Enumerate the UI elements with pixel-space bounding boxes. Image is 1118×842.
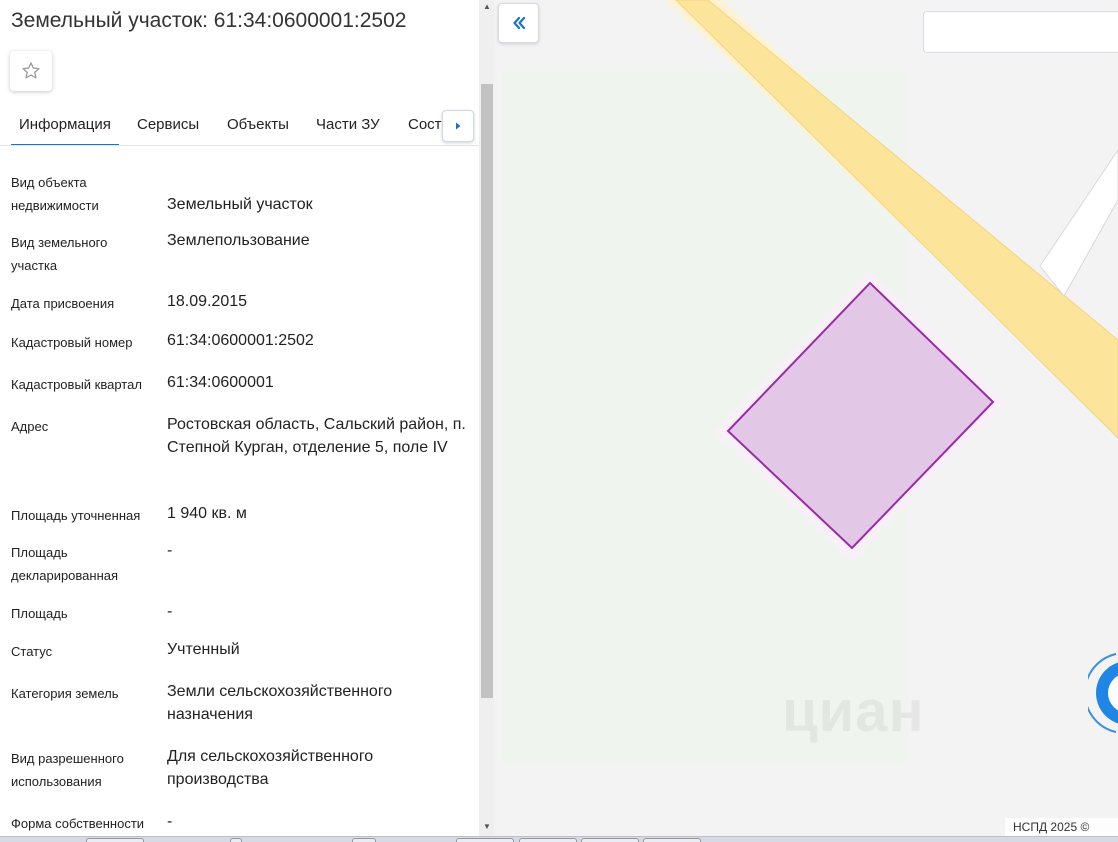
attr-label: Статус — [11, 644, 53, 659]
attr-value: - — [167, 542, 173, 559]
attr-label: Вид земельного участка — [11, 235, 108, 273]
panel-scrollbar-thumb[interactable] — [481, 84, 493, 698]
attr-label: Площадь декларированная — [11, 545, 119, 583]
attr-label: Категория земель — [11, 686, 119, 701]
taskbar — [0, 836, 1118, 842]
favorite-button[interactable] — [10, 51, 52, 91]
chat-button[interactable] — [1083, 648, 1118, 738]
tabs-scroll-right-button[interactable] — [442, 110, 474, 142]
tab-land-parts[interactable]: Части ЗУ — [316, 116, 380, 133]
attr-value: 1 940 кв. м — [167, 505, 247, 522]
info-panel: Земельный участок: 61:34:0600001:2502 Ин… — [0, 0, 479, 836]
attr-value: - — [167, 603, 173, 620]
collapse-panel-button[interactable] — [498, 3, 539, 43]
attr-value: Для сельскохозяйственного производства — [167, 748, 374, 788]
tab-information[interactable]: Информация — [11, 116, 119, 145]
attr-label: Площадь — [11, 606, 68, 621]
tab-services[interactable]: Сервисы — [137, 116, 199, 133]
attr-value: - — [167, 813, 173, 830]
attr-value[interactable]: 61:34:0600001 — [167, 372, 467, 395]
tab-bar: Информация Сервисы Объекты Части ЗУ Сост… — [0, 103, 479, 146]
attr-label: Форма собственности — [11, 816, 145, 831]
attr-value: Земли сельскохозяйственного назначения — [167, 683, 393, 723]
map-search-input[interactable] — [923, 11, 1118, 53]
taskbar-item[interactable] — [86, 838, 144, 842]
double-chevron-left-icon — [512, 16, 525, 30]
scroll-up-arrow-icon[interactable]: ▲ — [481, 2, 493, 12]
taskbar-item[interactable] — [456, 838, 514, 842]
attr-value: 18.09.2015 — [167, 293, 248, 310]
taskbar-item[interactable] — [643, 838, 701, 842]
watermark-text: циан — [782, 679, 925, 744]
attr-value: Земельный участок — [167, 196, 313, 213]
attr-label: Вид разрешенного использования — [11, 751, 124, 789]
attr-label: Кадастровый номер — [11, 335, 133, 350]
taskbar-item[interactable] — [230, 838, 242, 842]
star-outline-icon — [22, 62, 40, 79]
attr-value[interactable]: 61:34:0600001:2502 — [167, 330, 467, 353]
secondary-road — [1039, 149, 1118, 297]
taskbar-item[interactable] — [352, 838, 376, 842]
attr-label: Вид объекта недвижимости — [11, 175, 99, 213]
attr-value: Ростовская область, Сальский район, п. С… — [167, 416, 466, 456]
attr-label: Площадь уточненная — [11, 508, 141, 523]
taskbar-item[interactable] — [519, 838, 577, 842]
attr-label: Адрес — [11, 419, 49, 434]
attr-value: Землепользование — [167, 232, 310, 249]
scroll-down-arrow-icon[interactable]: ▼ — [481, 822, 493, 832]
chat-bubble-icon — [1083, 653, 1118, 733]
caret-right-icon — [456, 122, 461, 130]
watermark-logo: циан — [782, 678, 925, 745]
tab-objects[interactable]: Объекты — [227, 116, 289, 133]
attr-label: Дата присвоения — [11, 296, 115, 311]
taskbar-item[interactable] — [581, 838, 639, 842]
attr-label: Кадастровый квартал — [11, 377, 142, 392]
map-view[interactable]: циан — [494, 0, 1118, 836]
map-attribution: НСПД 2025 © — [1005, 818, 1118, 836]
panel-title: Земельный участок: 61:34:0600001:2502 — [11, 9, 407, 32]
attr-value: Учтенный — [167, 641, 240, 658]
